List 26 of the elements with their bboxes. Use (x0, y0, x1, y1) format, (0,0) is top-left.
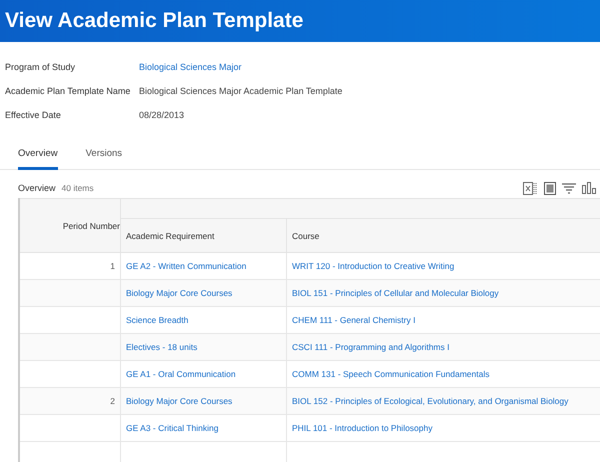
course-link[interactable]: WRIT 120 - Introduction to Creative Writing (292, 261, 454, 271)
course-link[interactable]: CHEM 111 - General Chemistry I (292, 315, 416, 325)
excel-export-icon[interactable] (523, 182, 538, 194)
column-header: Academic Requirement (120, 218, 286, 252)
period-number: 2 (110, 396, 115, 406)
field-label: Program of Study (5, 62, 76, 72)
tab[interactable]: Versions (86, 142, 122, 170)
course-link[interactable]: CSCI 111 - Programming and Algorithms I (292, 342, 450, 352)
period-number: 1 (110, 261, 115, 271)
filter-icon[interactable] (562, 182, 576, 194)
column-header: Course (286, 218, 600, 252)
field-label: Effective Date (5, 110, 62, 120)
field-value: 08/28/2013 (139, 110, 184, 120)
bar-chart-icon[interactable] (582, 182, 596, 194)
table-view-icon[interactable] (544, 182, 556, 194)
requirement-link[interactable]: Electives - 18 units (126, 342, 198, 352)
field-value: Biological Sciences Major Academic Plan Template (139, 86, 342, 96)
grid-title: Overview (18, 183, 56, 193)
column-header: Period Number (19, 198, 120, 252)
field-link[interactable]: Biological Sciences Major (139, 62, 242, 72)
course-link[interactable]: PHIL 101 - Introduction to Philosophy (292, 423, 432, 433)
item-count: 40 items (62, 183, 94, 193)
field-label: Academic Plan Template Name (5, 86, 132, 96)
page-title: View Academic Plan Template (5, 9, 304, 33)
requirement-link[interactable]: Science Breadth (126, 315, 188, 325)
tab[interactable]: Overview (18, 142, 58, 170)
